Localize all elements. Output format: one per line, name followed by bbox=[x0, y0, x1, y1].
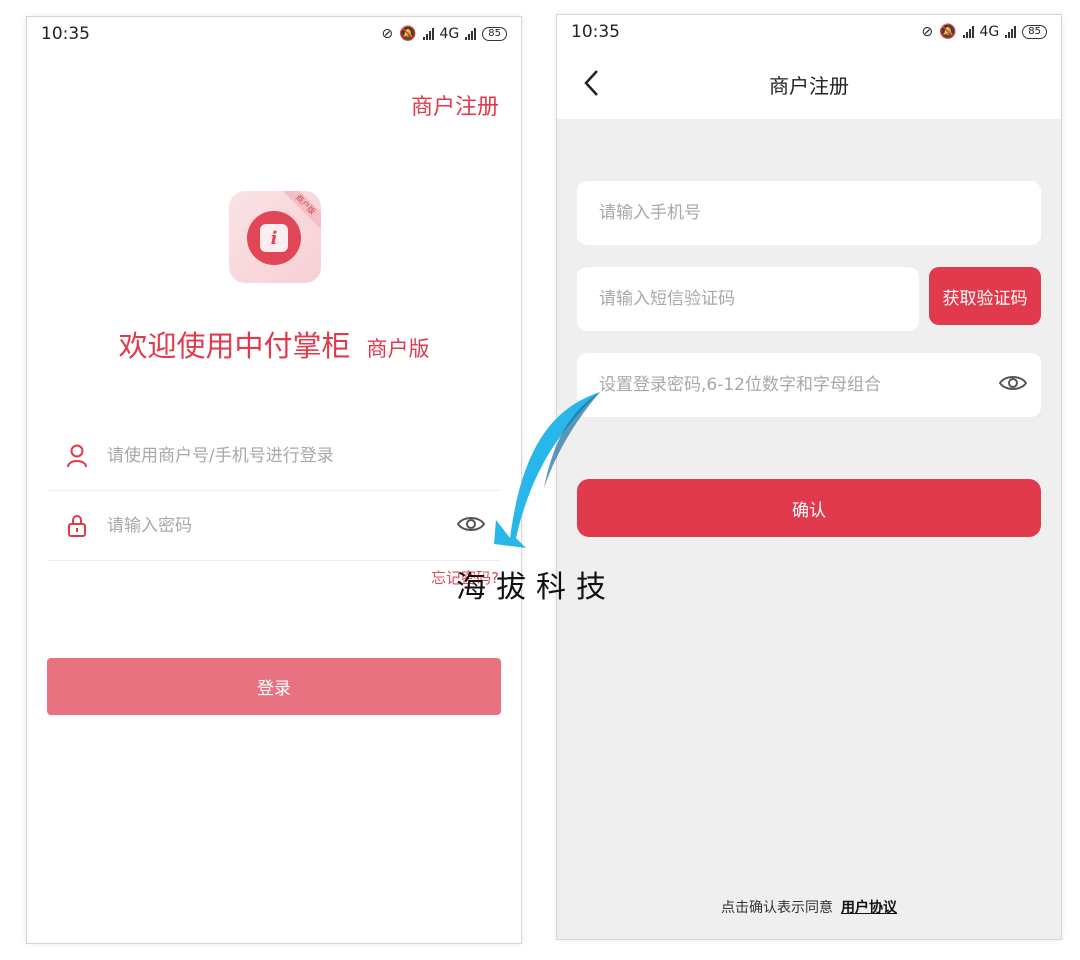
battery-icon: 85 bbox=[482, 27, 507, 41]
get-code-button[interactable]: 获取验证码 bbox=[929, 267, 1041, 325]
sms-code-input[interactable] bbox=[599, 289, 897, 309]
nav-bar: 商户注册 bbox=[557, 49, 1061, 119]
status-bar: 10:35 ⊘ 🔕 4G 85 bbox=[27, 17, 521, 51]
status-time: 10:35 bbox=[571, 22, 620, 42]
phone-input[interactable] bbox=[599, 203, 1019, 223]
link-icon: ⊘ bbox=[381, 26, 394, 42]
signal-icon-2 bbox=[465, 28, 477, 40]
logo-coin-icon: i bbox=[247, 211, 301, 265]
status-bar: 10:35 ⊘ 🔕 4G 85 bbox=[557, 15, 1061, 49]
network-type: 4G bbox=[439, 26, 460, 42]
mute-icon: 🔕 bbox=[939, 24, 957, 40]
signal-icon bbox=[422, 28, 434, 40]
watermark-text: 海拔科技 bbox=[456, 570, 616, 605]
register-form: 获取验证码 确认 点击确认表示同意用户协议 bbox=[557, 119, 1061, 939]
mute-icon: 🔕 bbox=[399, 26, 417, 42]
signal-icon-2 bbox=[1005, 26, 1017, 38]
user-icon bbox=[47, 444, 107, 468]
password-row bbox=[47, 491, 501, 561]
set-password-field bbox=[577, 353, 1041, 417]
login-button[interactable]: 登录 bbox=[47, 658, 501, 715]
agreement-line: 点击确认表示同意 用户协议 bbox=[557, 897, 1061, 917]
signal-icon bbox=[962, 26, 974, 38]
welcome-main: 欢迎使用中付掌柜 bbox=[118, 329, 351, 363]
battery-icon: 85 bbox=[1022, 25, 1047, 39]
username-row bbox=[47, 421, 501, 491]
login-screen: 10:35 ⊘ 🔕 4G 85 商户注册 商户版 i 欢迎使用中付掌柜商户版 bbox=[26, 16, 522, 944]
username-input[interactable] bbox=[107, 445, 501, 466]
sms-field bbox=[577, 267, 919, 331]
merchant-register-link[interactable]: 商户注册 bbox=[411, 89, 499, 121]
network-type: 4G bbox=[979, 24, 1000, 40]
user-agreement-link[interactable]: 用户协议 bbox=[841, 900, 897, 916]
set-password-input[interactable] bbox=[599, 375, 999, 395]
confirm-button[interactable]: 确认 bbox=[577, 479, 1041, 537]
back-chevron-icon[interactable] bbox=[583, 69, 599, 101]
welcome-sub: 商户版 bbox=[366, 337, 430, 361]
screenshot-stage: 10:35 ⊘ 🔕 4G 85 商户注册 商户版 i 欢迎使用中付掌柜商户版 bbox=[0, 0, 1080, 960]
password-input[interactable] bbox=[107, 515, 457, 536]
status-icons: ⊘ 🔕 4G 85 bbox=[921, 24, 1047, 40]
watermark-arrow-icon bbox=[494, 392, 600, 548]
nav-title: 商户注册 bbox=[769, 73, 849, 98]
eye-icon[interactable] bbox=[998, 374, 1028, 396]
app-logo: 商户版 i bbox=[229, 191, 321, 283]
lock-icon bbox=[47, 514, 107, 538]
logo-glyph: i bbox=[260, 224, 288, 252]
phone-field bbox=[577, 181, 1041, 245]
eye-icon[interactable] bbox=[456, 515, 486, 537]
link-icon: ⊘ bbox=[921, 24, 934, 40]
agreement-text: 点击确认表示同意 bbox=[721, 900, 833, 916]
status-icons: ⊘ 🔕 4G 85 bbox=[381, 26, 507, 42]
register-screen: 10:35 ⊘ 🔕 4G 85 商户注册 获取验证码 bbox=[556, 14, 1062, 940]
status-time: 10:35 bbox=[41, 24, 90, 44]
welcome-title: 欢迎使用中付掌柜 商户版 bbox=[27, 323, 521, 365]
